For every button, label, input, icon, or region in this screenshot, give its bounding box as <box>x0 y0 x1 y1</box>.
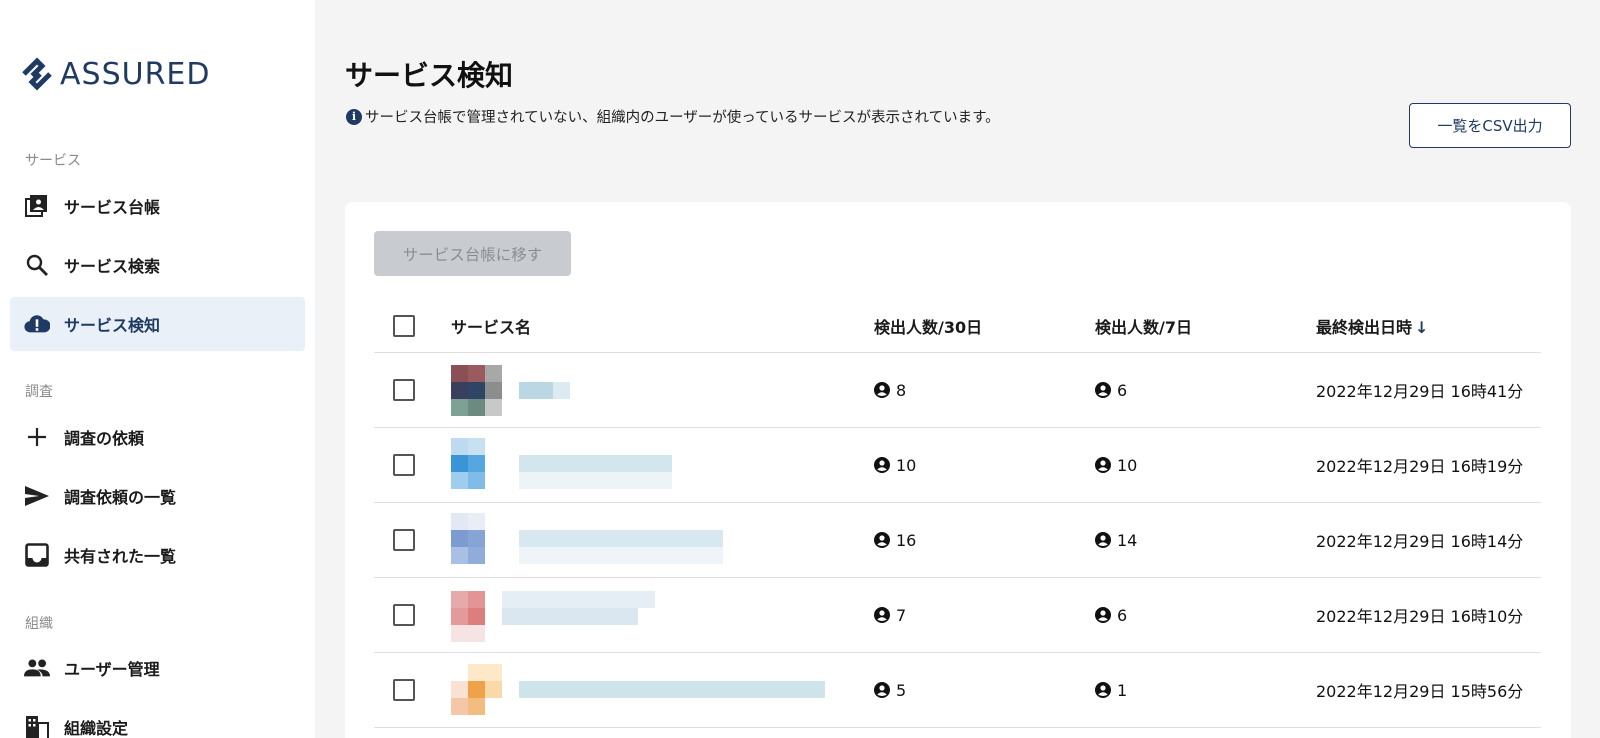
logo-icon <box>22 57 52 91</box>
service-name-redacted <box>436 353 836 428</box>
count-7days-value: 10 <box>1117 455 1138 475</box>
inbox-icon <box>24 542 50 568</box>
count-7days: 6 <box>1095 606 1127 625</box>
count-7days-value: 14 <box>1117 530 1138 550</box>
section-label-organization: 組織 <box>25 616 53 632</box>
row-checkbox[interactable] <box>393 679 415 701</box>
column-header-last-detected[interactable]: 最終検出日時 ↓ <box>1316 314 1428 338</box>
user-icon <box>874 682 890 698</box>
user-icon <box>1095 532 1111 548</box>
last-detected-date: 2022年12月29日 16時41分 <box>1316 382 1524 401</box>
sidebar-item-label: ユーザー管理 <box>64 660 160 679</box>
service-name-redacted <box>436 428 836 503</box>
column-header-count-30days[interactable]: 検出人数/30日 <box>874 314 982 338</box>
column-header-count-7days[interactable]: 検出人数/7日 <box>1095 314 1192 338</box>
logo[interactable]: ASSURED <box>20 56 210 92</box>
count-7days: 1 <box>1095 681 1127 700</box>
count-30days: 8 <box>874 381 906 400</box>
row-checkbox[interactable] <box>393 604 415 626</box>
count-30days: 7 <box>874 606 906 625</box>
count-7days: 6 <box>1095 381 1127 400</box>
sidebar-item-request-investigation[interactable]: 調査の依頼 <box>10 410 305 464</box>
count-30days-value: 10 <box>896 455 917 475</box>
section-label-investigation: 調査 <box>25 384 53 400</box>
detection-table-card: サービス台帳に移す サービス名 検出人数/30日 検出人数/7日 最終検出日時 ↓ <box>345 202 1571 738</box>
table-header-row: サービス名 検出人数/30日 検出人数/7日 最終検出日時 ↓ <box>374 299 1541 353</box>
count-7days-value: 6 <box>1117 380 1128 400</box>
count-7days-value: 1 <box>1117 680 1128 700</box>
last-detected-date: 2022年12月29日 16時14分 <box>1316 532 1524 551</box>
user-icon <box>874 607 890 623</box>
sidebar-item-request-list[interactable]: 調査依頼の一覧 <box>10 469 305 523</box>
sidebar: ASSURED サービス サービス台帳 サービス検索 サービス検知 調査 調査の… <box>0 0 315 738</box>
user-icon <box>1095 682 1111 698</box>
last-detected-date: 2022年12月29日 16時19分 <box>1316 457 1524 476</box>
sidebar-item-shared-list[interactable]: 共有された一覧 <box>10 528 305 582</box>
info-icon: i <box>346 108 362 125</box>
sidebar-item-user-management[interactable]: ユーザー管理 <box>10 641 305 695</box>
sidebar-item-label: 組織設定 <box>64 719 129 738</box>
sort-descending-icon: ↓ <box>1415 317 1429 337</box>
service-name-redacted <box>436 653 836 728</box>
count-7days: 10 <box>1095 456 1137 475</box>
table-row[interactable]: 5 1 2022年12月29日 15時56分 <box>374 653 1541 728</box>
count-30days-value: 16 <box>896 530 917 550</box>
service-name-redacted <box>436 503 836 578</box>
row-checkbox[interactable] <box>393 529 415 551</box>
row-checkbox[interactable] <box>393 379 415 401</box>
sidebar-item-label: サービス検索 <box>64 257 161 276</box>
last-detected-date: 2022年12月29日 15時56分 <box>1316 682 1524 701</box>
people-icon <box>24 655 50 681</box>
building-icon <box>24 714 50 738</box>
count-30days-value: 8 <box>896 380 907 400</box>
section-label-service: サービス <box>25 153 81 169</box>
count-30days: 5 <box>874 681 906 700</box>
search-icon <box>24 252 50 278</box>
logo-text: ASSURED <box>60 56 211 92</box>
table-row[interactable]: 10 10 2022年12月29日 16時19分 <box>374 428 1541 503</box>
cloud-alert-icon <box>24 311 50 337</box>
select-all-checkbox[interactable] <box>393 314 415 337</box>
sidebar-item-service-search[interactable]: サービス検索 <box>10 238 305 292</box>
sidebar-item-service-ledger[interactable]: サービス台帳 <box>10 179 305 233</box>
column-header-service-name[interactable]: サービス名 <box>451 314 531 338</box>
sidebar-item-label: 調査の依頼 <box>64 429 145 448</box>
user-icon <box>874 382 890 398</box>
user-icon <box>1095 382 1111 398</box>
table-row[interactable]: 16 14 2022年12月29日 16時14分 <box>374 503 1541 578</box>
plus-icon <box>24 424 50 450</box>
user-icon <box>1095 457 1111 473</box>
count-7days: 14 <box>1095 531 1137 550</box>
column-header-last-detected-label: 最終検出日時 <box>1316 317 1413 337</box>
page-description: i サービス台帳で管理されていない、組織内のユーザーが使っているサービスが表示さ… <box>346 106 1000 127</box>
page-description-text: サービス台帳で管理されていない、組織内のユーザーが使っているサービスが表示されて… <box>365 110 1000 126</box>
service-name-redacted <box>436 578 836 653</box>
count-30days-value: 7 <box>896 605 907 625</box>
table-row[interactable]: 7 6 2022年12月29日 16時10分 <box>374 578 1541 653</box>
export-csv-button[interactable]: 一覧をCSV出力 <box>1409 103 1571 148</box>
count-30days: 10 <box>874 456 916 475</box>
page-title: サービス検知 <box>345 59 514 92</box>
count-7days-value: 6 <box>1117 605 1128 625</box>
sidebar-item-label: サービス台帳 <box>64 198 161 217</box>
last-detected-date: 2022年12月29日 16時10分 <box>1316 607 1524 626</box>
user-icon <box>874 532 890 548</box>
move-to-ledger-button[interactable]: サービス台帳に移す <box>374 231 571 276</box>
ledger-icon <box>24 193 50 219</box>
count-30days-value: 5 <box>896 680 907 700</box>
user-icon <box>874 457 890 473</box>
row-checkbox[interactable] <box>393 454 415 476</box>
sidebar-item-service-detection[interactable]: サービス検知 <box>10 297 305 351</box>
sidebar-item-organization-settings[interactable]: 組織設定 <box>10 700 305 738</box>
sidebar-item-label: 共有された一覧 <box>64 547 177 566</box>
send-icon <box>24 483 50 509</box>
table-row[interactable]: 8 6 2022年12月29日 16時41分 <box>374 353 1541 428</box>
sidebar-item-label: 調査依頼の一覧 <box>64 488 177 507</box>
detection-table: サービス名 検出人数/30日 検出人数/7日 最終検出日時 ↓ 8 6 2022… <box>374 299 1541 728</box>
count-30days: 16 <box>874 531 916 550</box>
user-icon <box>1095 607 1111 623</box>
sidebar-item-label: サービス検知 <box>64 316 161 335</box>
